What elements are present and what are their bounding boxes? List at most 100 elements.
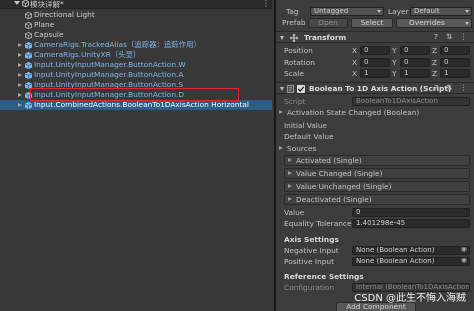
- preset-icon[interactable]: ⇅: [446, 32, 452, 41]
- help-icon[interactable]: ?: [434, 83, 438, 92]
- default-value-label: Default Value: [284, 132, 334, 141]
- unity-scene-icon: [22, 0, 29, 7]
- hierarchy-item[interactable]: CameraRigs.UnityXR（头显）: [0, 50, 272, 60]
- tolerance-field[interactable]: 1.401298e-45: [352, 219, 470, 228]
- expand-icon[interactable]: [288, 158, 292, 162]
- deactivated-event[interactable]: Deactivated (Single): [284, 194, 470, 205]
- scale-z-axis-label[interactable]: Z: [432, 69, 437, 78]
- prefab-cube-icon: [25, 102, 32, 109]
- hierarchy-item[interactable]: CameraRigs.TrackedAlias（追踪器：追踪作用）: [0, 40, 272, 50]
- position-x-field[interactable]: 0: [360, 46, 390, 55]
- axis-settings-title: Axis Settings: [284, 235, 339, 244]
- value-field[interactable]: 0: [352, 208, 470, 217]
- position-z-axis-label[interactable]: Z: [432, 46, 437, 55]
- scale-x-field[interactable]: 1: [360, 69, 390, 78]
- activation-fold-icon[interactable]: [279, 110, 283, 114]
- scale-y-field[interactable]: 1: [400, 69, 430, 78]
- expand-icon[interactable]: [288, 184, 292, 188]
- tag-dropdown[interactable]: Untagged: [310, 7, 384, 16]
- rotation-z-value: 0: [444, 58, 449, 66]
- object-picker-icon[interactable]: ◉: [461, 247, 467, 253]
- rotation-x-field[interactable]: 0: [360, 58, 390, 67]
- value-unchanged-event[interactable]: Value Unchanged (Single): [284, 181, 470, 192]
- position-y-axis-label[interactable]: Y: [392, 46, 397, 55]
- prefab-overrides-dropdown[interactable]: Overrides: [396, 18, 472, 28]
- hierarchy-item-label: Input.UnityInputManager.ButtonAction.W: [34, 60, 186, 69]
- tolerance-label: Equality Tolerance: [284, 219, 352, 228]
- script-component-header[interactable]: Boolean To 1D Axis Action (Script) ? ⇅ ⋮: [276, 82, 474, 94]
- sources-fold-icon[interactable]: [279, 146, 283, 150]
- expand-arrow-icon[interactable]: [18, 43, 22, 47]
- rotation-y-field[interactable]: 0: [400, 58, 430, 67]
- expand-arrow-icon[interactable]: [18, 83, 22, 87]
- positive-input-value: None (Boolean Action): [356, 257, 435, 265]
- rotation-x-axis-label[interactable]: X: [352, 58, 357, 67]
- expand-arrow-icon[interactable]: [18, 73, 22, 77]
- chevron-down-icon: [465, 10, 469, 13]
- scene-fold-icon[interactable]: [14, 1, 20, 5]
- more-options-icon[interactable]: ⋮: [460, 32, 467, 41]
- position-z-field[interactable]: 0: [440, 46, 470, 55]
- value-changed-event-label: Value Changed (Single): [296, 169, 383, 178]
- negative-input-field[interactable]: None (Boolean Action) ◉: [352, 246, 470, 255]
- rotation-y-value: 0: [404, 58, 409, 66]
- transform-fold-icon[interactable]: [280, 36, 284, 40]
- object-picker-icon[interactable]: ◉: [461, 258, 467, 264]
- more-options-icon[interactable]: ⋮: [460, 83, 467, 92]
- expand-arrow-icon[interactable]: [18, 103, 22, 107]
- prefab-cube-icon: [25, 62, 32, 69]
- layer-dropdown[interactable]: Default: [410, 7, 472, 16]
- initial-value-label: Initial Value: [284, 121, 328, 130]
- more-options-icon[interactable]: ⋮: [262, 0, 270, 8]
- component-fold-icon[interactable]: [280, 87, 284, 91]
- expand-arrow-icon[interactable]: [18, 53, 22, 57]
- rotation-z-field[interactable]: 0: [440, 58, 470, 67]
- position-y-field[interactable]: 0: [400, 46, 430, 55]
- hierarchy-item[interactable]: Input.UnityInputManager.ButtonAction.W: [0, 60, 272, 70]
- watermark: CSDN @此生不悔入海贼: [354, 293, 466, 304]
- hierarchy-item[interactable]: Plane: [0, 20, 272, 30]
- hierarchy-item-label: CameraRigs.UnityXR（头显）: [34, 50, 141, 59]
- layer-label: Layer: [388, 7, 409, 16]
- deactivated-event-label: Deactivated (Single): [296, 195, 372, 204]
- prefab-select-button[interactable]: Select: [351, 18, 393, 28]
- enabled-checkbox[interactable]: [297, 85, 305, 93]
- hierarchy-item[interactable]: Input.CombinedActions.BooleanTo1DAxisAct…: [0, 100, 272, 110]
- scale-x-axis-label[interactable]: X: [352, 69, 357, 78]
- script-label: Script: [284, 97, 306, 106]
- rotation-x-value: 0: [364, 58, 369, 66]
- hierarchy-item[interactable]: Directional Light: [0, 10, 272, 20]
- tolerance-value: 1.401298e-45: [356, 219, 406, 227]
- gameobject-cube-icon: [25, 22, 32, 29]
- rotation-z-axis-label[interactable]: Z: [432, 58, 437, 67]
- layer-value: Default: [414, 7, 440, 15]
- activated-event[interactable]: Activated (Single): [284, 155, 470, 166]
- scale-z-value: 1: [444, 69, 449, 77]
- hierarchy-item[interactable]: Input.UnityInputManager.ButtonAction.A: [0, 70, 272, 80]
- expand-icon[interactable]: [288, 197, 292, 201]
- sources-label[interactable]: Sources: [287, 144, 316, 153]
- prefab-label: Prefab: [282, 18, 306, 27]
- position-x-axis-label[interactable]: X: [352, 46, 357, 55]
- hierarchy-item[interactable]: Capsule: [0, 30, 272, 40]
- expand-icon[interactable]: [288, 171, 292, 175]
- hierarchy-item-label: Plane: [34, 20, 55, 29]
- help-icon[interactable]: ?: [434, 32, 438, 41]
- value-changed-event[interactable]: Value Changed (Single): [284, 168, 470, 179]
- rotation-y-axis-label[interactable]: Y: [392, 58, 397, 67]
- scale-y-axis-label[interactable]: Y: [392, 69, 397, 78]
- hierarchy-item-label: Directional Light: [34, 10, 95, 19]
- script-value: BooleanTo1DAxisAction: [356, 97, 438, 105]
- expand-arrow-icon[interactable]: [18, 63, 22, 67]
- activation-event-label[interactable]: Activation State Changed (Boolean): [287, 108, 419, 117]
- positive-input-field[interactable]: None (Boolean Action) ◉: [352, 257, 470, 266]
- preset-icon[interactable]: ⇅: [446, 83, 452, 92]
- hierarchy-item-label: Input.CombinedActions.BooleanTo1DAxisAct…: [34, 100, 249, 109]
- expand-arrow-icon[interactable]: [18, 93, 22, 97]
- scale-z-field[interactable]: 1: [440, 69, 470, 78]
- transform-header[interactable]: Transform ? ⇅ ⋮: [276, 31, 474, 43]
- prefab-open-button[interactable]: Open: [308, 18, 348, 28]
- component-title: Boolean To 1D Axis Action (Script): [309, 84, 452, 93]
- tag-value: Untagged: [314, 7, 349, 15]
- scene-header[interactable]: 模块详解* ⋮: [0, 0, 272, 9]
